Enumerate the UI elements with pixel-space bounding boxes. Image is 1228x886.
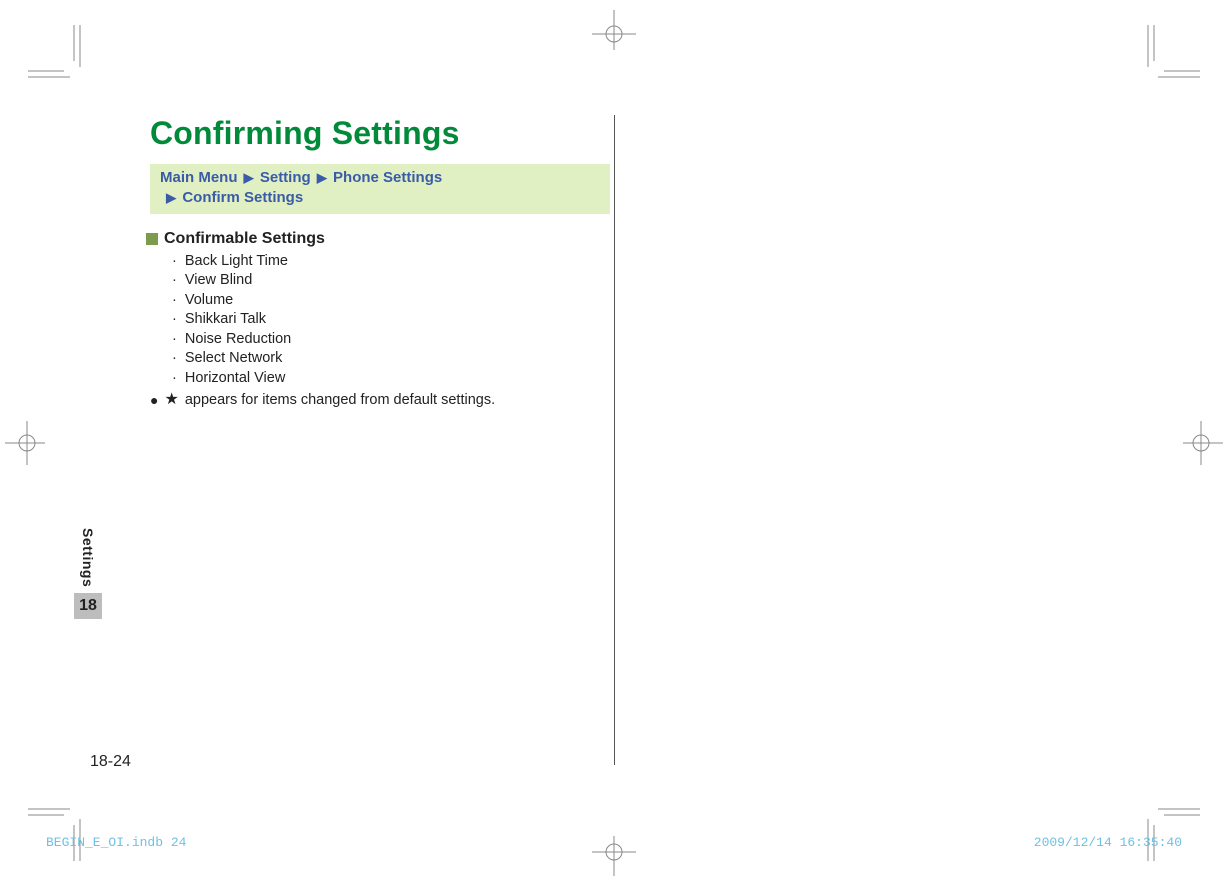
breadcrumb-segment: Main Menu <box>160 169 238 186</box>
crop-mark-icon <box>28 801 88 861</box>
crop-mark-icon <box>1140 801 1200 861</box>
chevron-right-icon: ▶ <box>166 190 176 205</box>
breadcrumb: Main Menu ▶ Setting ▶ Phone Settings ▶ C… <box>150 164 610 214</box>
list-item: ·Select Network <box>172 349 610 369</box>
list-item: ·View Blind <box>172 271 610 291</box>
registration-target-icon <box>584 10 644 50</box>
page-title: Confirming Settings <box>150 115 610 152</box>
side-tab-label: Settings <box>80 528 96 587</box>
chevron-right-icon: ▶ <box>317 170 327 185</box>
crop-mark-icon <box>28 25 88 85</box>
breadcrumb-segment: Setting <box>260 169 311 186</box>
bullet-icon: ● <box>150 392 158 408</box>
registration-target-icon <box>5 413 45 473</box>
square-bullet-icon <box>146 233 158 245</box>
list-item: ·Back Light Time <box>172 252 610 272</box>
footer-file: BEGIN_E_OI.indb 24 <box>46 835 186 850</box>
chevron-right-icon: ▶ <box>244 170 254 185</box>
side-tab-chapter: 18 <box>74 593 102 619</box>
list-item: ·Noise Reduction <box>172 330 610 350</box>
crop-mark-icon <box>1140 25 1200 85</box>
note: ● ★ appears for items changed from defau… <box>150 392 610 408</box>
list-item: ·Horizontal View <box>172 369 610 389</box>
page-number: 18-24 <box>90 753 131 771</box>
breadcrumb-segment: Phone Settings <box>333 169 442 186</box>
side-tab: Settings 18 <box>74 528 102 619</box>
list-item: ·Volume <box>172 291 610 311</box>
section-heading: Confirmable Settings <box>146 230 610 248</box>
list-item: ·Shikkari Talk <box>172 310 610 330</box>
note-text: appears for items changed from default s… <box>185 392 495 408</box>
star-icon: ★ <box>164 392 178 408</box>
column-divider <box>614 115 615 765</box>
footer-timestamp: 2009/12/14 16:35:40 <box>1034 835 1182 850</box>
section-heading-text: Confirmable Settings <box>164 230 325 248</box>
settings-list: ·Back Light Time ·View Blind ·Volume ·Sh… <box>172 252 610 389</box>
breadcrumb-segment: Confirm Settings <box>182 189 303 206</box>
registration-target-icon <box>1183 413 1223 473</box>
print-footer: BEGIN_E_OI.indb 24 2009/12/14 16:35:40 <box>46 835 1182 850</box>
